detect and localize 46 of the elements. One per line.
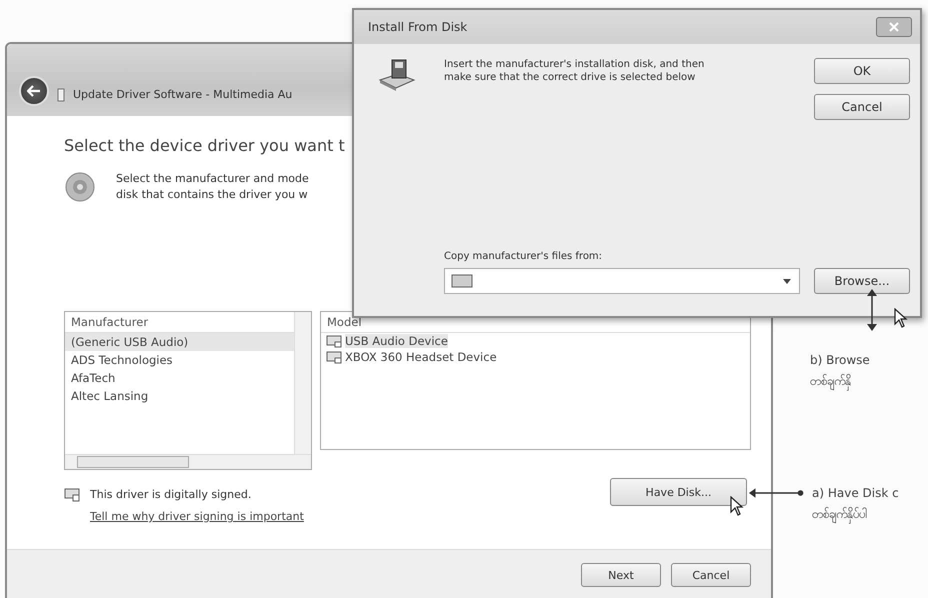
cancel-button[interactable]: Cancel (814, 94, 910, 120)
dialog-message: make sure that the correct drive is selected below (444, 71, 696, 84)
monitor-icon (326, 350, 342, 364)
manufacturer-item[interactable]: Altec Lansing (65, 387, 294, 405)
model-item[interactable]: USB Audio Device (345, 334, 448, 348)
device-icon (57, 88, 65, 102)
annotation-text: တစ်ချက်နှိ (810, 373, 870, 391)
mouse-cursor-icon (894, 308, 908, 328)
disk-drive-icon (378, 58, 416, 92)
annotation-text: တစ်ချက်နှိပ်ပါ (812, 506, 899, 524)
dropdown-caret-icon (783, 278, 791, 284)
double-arrow (866, 288, 878, 332)
instruction-text: disk that contains the driver you w (116, 187, 309, 203)
horizontal-scrollbar[interactable] (65, 454, 311, 469)
instruction-text: Select the manufacturer and mode (116, 171, 309, 187)
have-disk-button[interactable]: Have Disk... (610, 478, 747, 506)
dialog-title: Install From Disk (368, 20, 468, 34)
back-button[interactable] (19, 76, 49, 106)
back-arrow-icon (27, 85, 41, 97)
model-item[interactable]: XBOX 360 Headset Device (345, 350, 497, 364)
close-icon (889, 22, 899, 32)
next-button[interactable]: Next (581, 563, 661, 587)
close-button[interactable] (876, 17, 912, 37)
annotation-text: b) Browse (810, 353, 870, 367)
cancel-button[interactable]: Cancel (671, 563, 751, 587)
signed-status-text: This driver is digitally signed. (90, 488, 252, 501)
copy-from-label: Copy manufacturer's files from: (444, 251, 604, 262)
manufacturer-item[interactable]: AfaTech (65, 369, 294, 387)
annotation-text: a) Have Disk c (812, 486, 899, 500)
path-dropdown[interactable] (444, 268, 800, 294)
drive-icon (451, 274, 473, 288)
manufacturer-item[interactable]: ADS Technologies (65, 351, 294, 369)
ok-button[interactable]: OK (814, 58, 910, 84)
speaker-icon (64, 171, 96, 203)
manufacturer-list[interactable]: Manufacturer (Generic USB Audio) ADS Technologies AfaTech Altec Lansing (64, 311, 312, 470)
model-list[interactable]: Model USB Audio Device XBOX 360 Headset Device (320, 311, 751, 450)
window-title: Update Driver Software - Multimedia Au (73, 88, 292, 101)
mouse-cursor-icon (730, 496, 744, 516)
page-heading: Select the device driver you want t (64, 136, 346, 155)
manufacturer-item[interactable]: (Generic USB Audio) (65, 333, 294, 351)
monitor-icon (326, 334, 342, 348)
monitor-icon (64, 488, 80, 502)
browse-button[interactable]: Browse... (814, 268, 910, 294)
dialog-message: Insert the manufacturer's installation disk, and then (444, 58, 704, 71)
vertical-scrollbar[interactable] (294, 312, 311, 454)
driver-signing-link[interactable]: Tell me why driver signing is important (90, 510, 304, 523)
